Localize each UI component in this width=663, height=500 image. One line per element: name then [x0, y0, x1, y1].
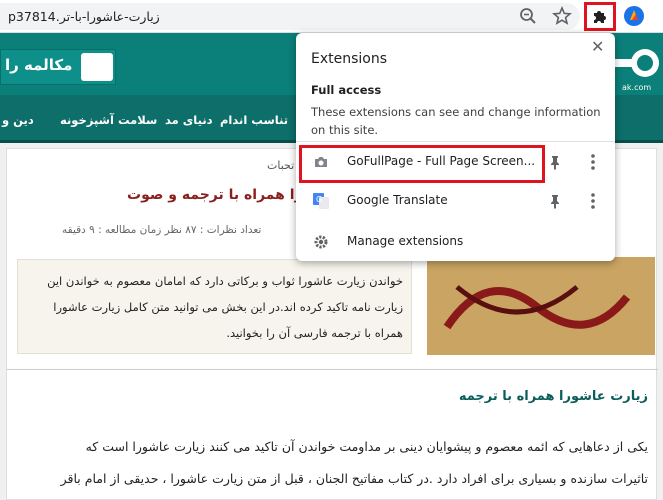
nav-item-kitchen[interactable]: آشپزخونه — [60, 113, 114, 127]
nav-item-religion[interactable]: دین و — [2, 113, 34, 127]
summary-line: زیارت نامه تاکید کرده اند.در این بخش می … — [53, 300, 403, 314]
nav-item-fitness[interactable]: تناسب اندام — [220, 113, 288, 127]
profile-avatar[interactable] — [624, 6, 644, 26]
full-access-description: These extensions can see and change info… — [311, 105, 601, 137]
close-icon[interactable]: ✕ — [591, 37, 604, 56]
popup-title: Extensions — [311, 51, 388, 67]
full-access-heading: Full access — [311, 83, 382, 97]
extension-row-google-translate[interactable]: G Google Translate — [296, 184, 615, 218]
url-text[interactable]: p37814.زیارت-عاشورا-با-تر — [8, 9, 160, 24]
more-vert-icon[interactable] — [589, 152, 597, 172]
pin-icon[interactable] — [547, 154, 563, 170]
site-logo-url: ak.com — [622, 83, 652, 92]
breadcrumb[interactable]: تحبات — [267, 159, 294, 172]
puzzle-icon[interactable] — [590, 6, 610, 26]
article-summary: خواندن زیارت عاشورا ثواب و برکاتی دارد ک… — [17, 259, 412, 354]
manage-extensions-row[interactable]: Manage extensions — [296, 225, 615, 259]
gofullpage-highlight-box — [299, 145, 545, 183]
zoom-icon[interactable] — [518, 6, 538, 26]
pin-icon[interactable] — [547, 193, 563, 209]
nav-item-health[interactable]: سلامت — [118, 113, 157, 127]
address-bar[interactable]: p37814.زیارت-عاشورا-با-تر — [0, 3, 580, 30]
more-vert-icon[interactable] — [589, 191, 597, 211]
summary-line: همراه با ترجمه فارسی آن را بخوانید. — [226, 326, 403, 340]
extension-name: Google Translate — [347, 193, 448, 207]
article-thumbnail[interactable] — [427, 257, 655, 355]
browser-toolbar: p37814.زیارت-عاشورا-با-تر — [0, 0, 663, 33]
thumbnail-calligraphy-image — [427, 257, 655, 355]
banner-promo-button[interactable]: مکالمه را — [0, 49, 116, 85]
google-translate-icon: G — [313, 193, 329, 209]
popup-divider — [296, 141, 615, 142]
nav-item-fashion[interactable]: دنیای مد — [165, 113, 213, 127]
gear-icon — [314, 235, 328, 249]
article-meta: تعداد نظرات : ۸۷ نظر زمان مطالعه : ۹ دقی… — [62, 224, 262, 236]
site-logo-icon — [615, 49, 659, 77]
bookmark-star-icon[interactable] — [552, 6, 572, 26]
profile-bird-icon — [630, 10, 638, 20]
section-title: زیارت عاشورا همراه با ترجمه — [458, 389, 648, 404]
divider — [7, 369, 658, 370]
banner-logo-icon — [81, 53, 113, 81]
body-paragraph-line: یکی از دعاهایی که ائمه معصوم و پیشوایان … — [85, 439, 648, 454]
svg-text:G: G — [316, 195, 322, 204]
body-paragraph-line: تاثیرات سازنده و بسیاری برای افراد دارد … — [60, 471, 648, 486]
manage-extensions-label: Manage extensions — [347, 234, 464, 248]
banner-promo-label: مکالمه را — [5, 56, 73, 74]
site-logo[interactable] — [615, 45, 663, 85]
summary-line: خواندن زیارت عاشورا ثواب و برکاتی دارد ک… — [47, 274, 403, 288]
